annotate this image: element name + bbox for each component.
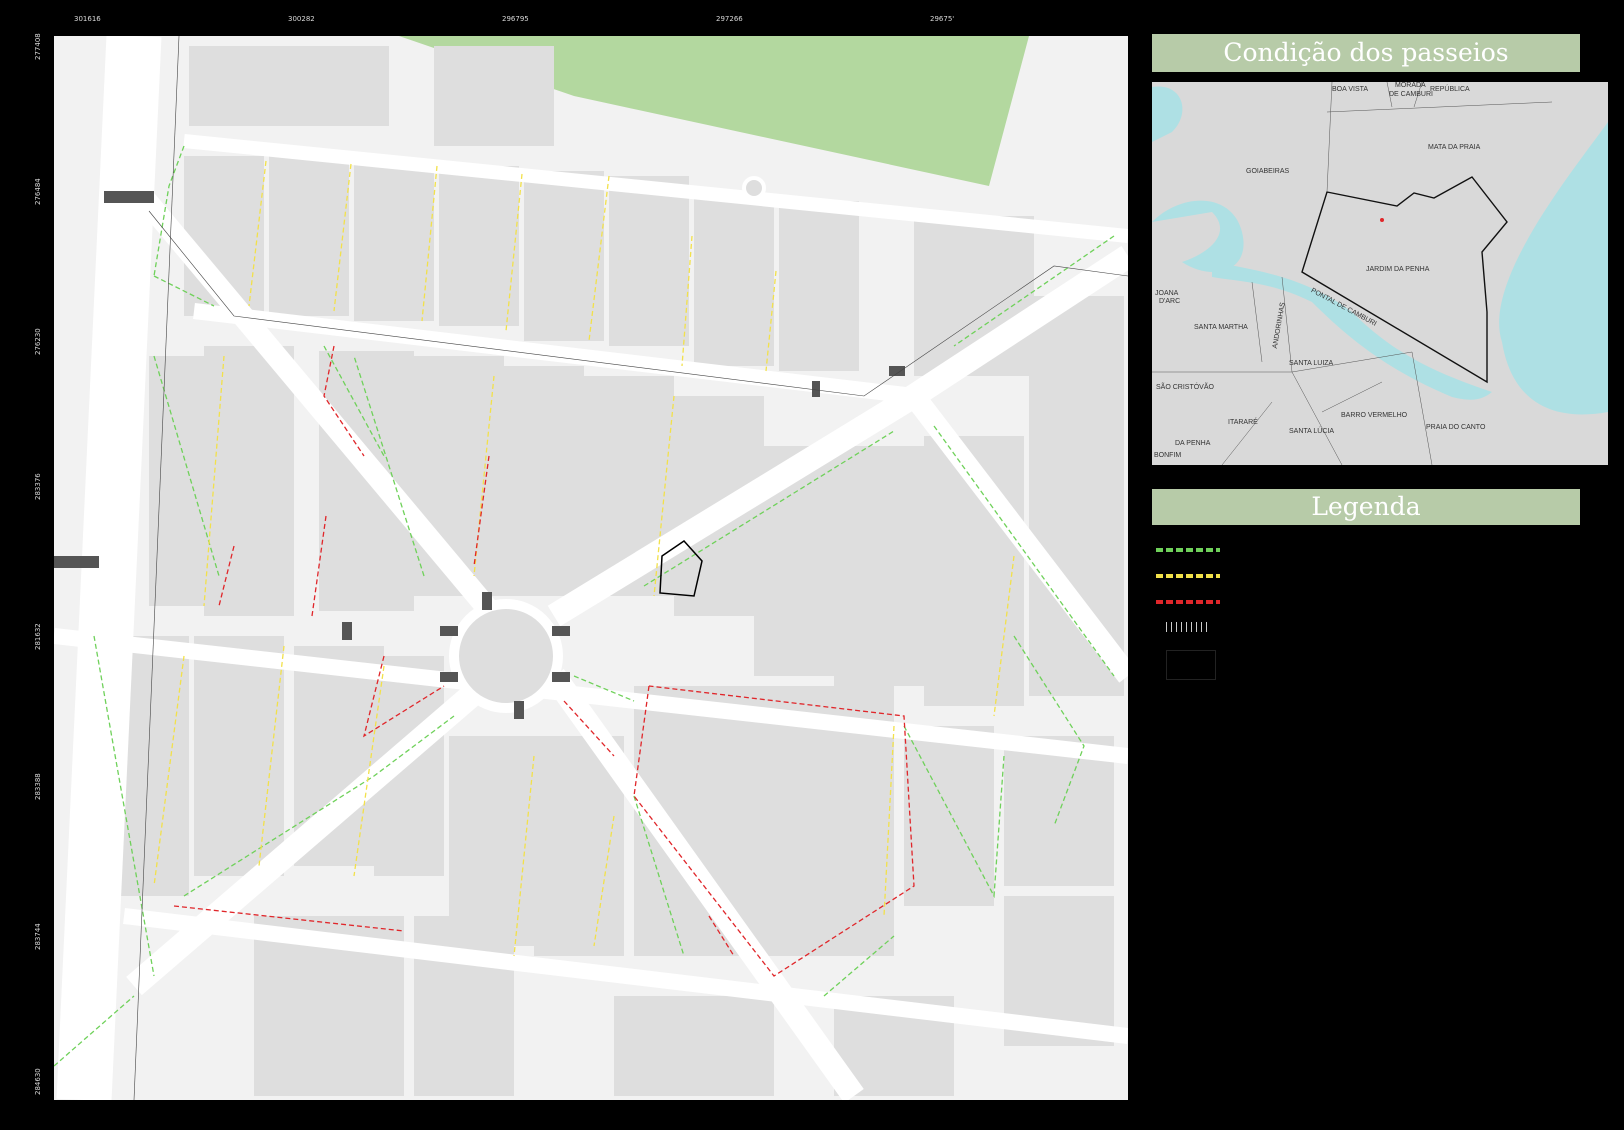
study-location-dot — [1380, 218, 1384, 222]
roundabout — [449, 599, 563, 713]
legend-item-regular — [1152, 566, 1452, 586]
legend-item-crossing — [1152, 618, 1452, 638]
main-map[interactable] — [54, 36, 1128, 1100]
coord-left-3: 276230 — [34, 328, 42, 355]
coord-left-8: 284630 — [34, 1068, 42, 1095]
label-goiabeiras: GOIABEIRAS — [1246, 168, 1290, 175]
legend-item-area — [1152, 646, 1452, 682]
label-barro-vermelho: BARRO VERMELHO — [1341, 412, 1408, 419]
small-roundabout — [742, 176, 766, 200]
label-de-camburi: DE CAMBURI — [1389, 91, 1433, 98]
coord-left-1: 277408 — [34, 33, 42, 60]
label-sao-cristovao: SÃO CRISTÓVÃO — [1156, 384, 1214, 391]
label-republica: REPÚBLICA — [1430, 86, 1470, 93]
legend-item-bad — [1152, 592, 1452, 612]
label-bonfim: BONFIM — [1154, 452, 1182, 459]
label-itarare: ITARARÉ — [1228, 419, 1258, 426]
label-santa-lucia: SANTA LÚCIA — [1289, 428, 1334, 435]
label-jardim-da-penha: JARDIM DA PENHA — [1366, 266, 1430, 273]
legend-swatch-good — [1156, 548, 1220, 552]
label-praia-do-canto: PRAIA DO CANTO — [1426, 424, 1486, 431]
label-boa-vista: BOA VISTA — [1332, 86, 1369, 93]
coord-left-2: 276484 — [34, 178, 42, 205]
label-santa-luiza: SANTA LUIZA — [1289, 360, 1334, 367]
coord-top-5: 29675' — [930, 15, 955, 23]
legend-swatch-bad — [1156, 600, 1220, 604]
label-joana: JOANA — [1155, 290, 1179, 297]
coord-left-6: 283388 — [34, 773, 42, 800]
legend-swatch-area — [1166, 650, 1216, 680]
label-darc: D'ARC — [1159, 298, 1181, 305]
coord-top-4: 297266 — [716, 15, 743, 23]
main-map-svg — [54, 36, 1128, 1100]
coord-top-1: 301616 — [74, 15, 101, 23]
legend-title: Legenda — [1152, 489, 1580, 525]
map-title: Condição dos passeios — [1152, 34, 1580, 72]
coord-left-4: 283376 — [34, 473, 42, 500]
legend-swatch-regular — [1156, 574, 1220, 578]
label-morada: MORADA — [1395, 82, 1426, 89]
coord-top-2: 300282 — [288, 15, 315, 23]
legend-swatch-crossing — [1166, 622, 1210, 632]
coord-left-7: 283744 — [34, 923, 42, 950]
coord-top-3: 296795 — [502, 15, 529, 23]
locator-map-svg — [1152, 82, 1608, 465]
legend-item-good — [1152, 540, 1452, 560]
label-mata-da-praia: MATA DA PRAIA — [1428, 144, 1481, 151]
label-da-penha: DA PENHA — [1175, 440, 1211, 447]
label-santa-martha: SANTA MARTHA — [1194, 324, 1248, 331]
coord-left-5: 281632 — [34, 623, 42, 650]
locator-map[interactable]: BOA VISTA MORADA DE CAMBURI REPÚBLICA MA… — [1152, 82, 1608, 465]
